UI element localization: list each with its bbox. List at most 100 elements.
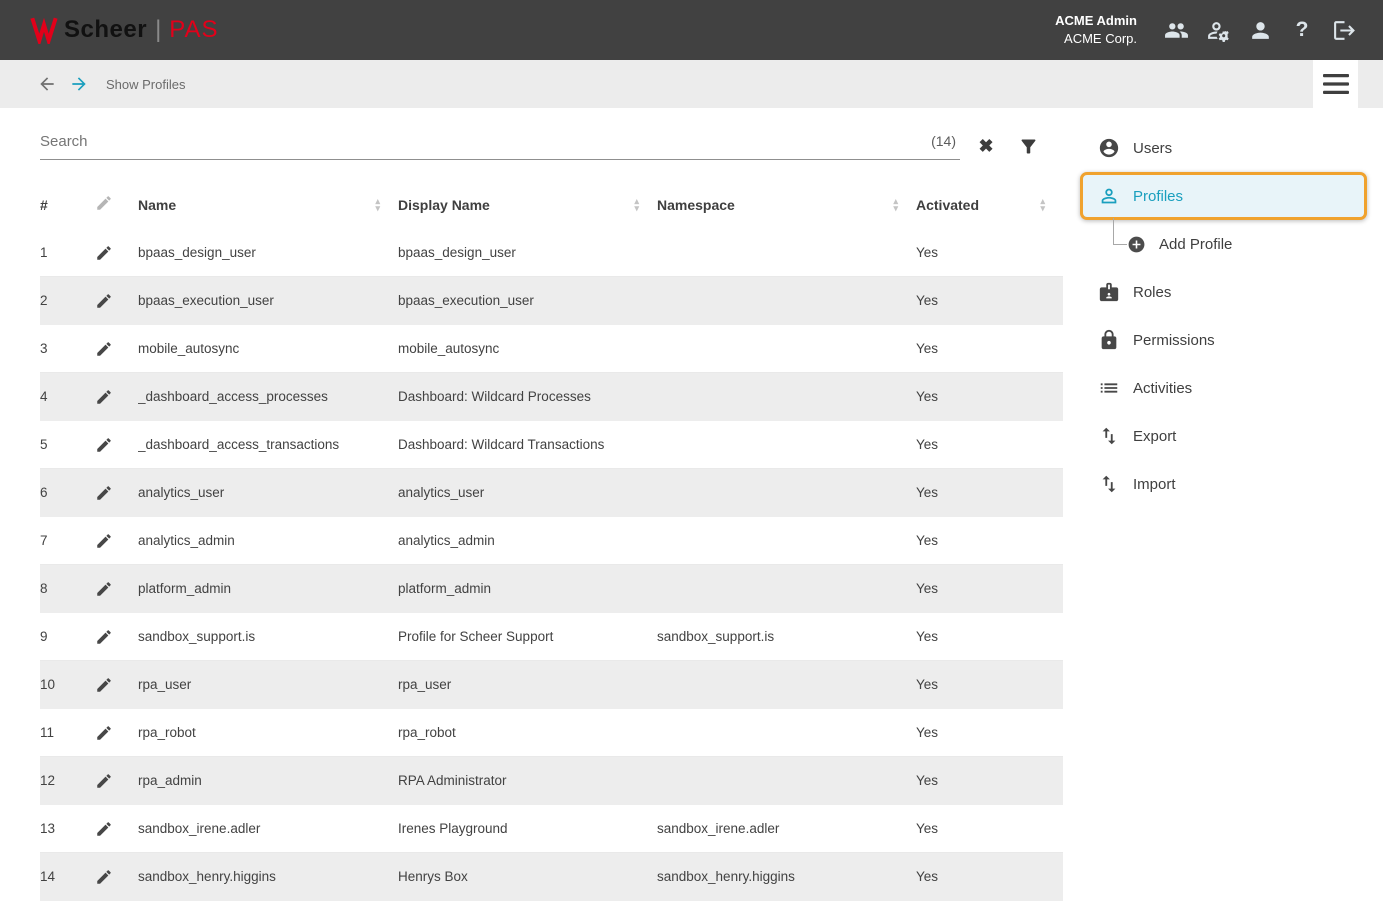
edit-profile-button[interactable] [95,436,138,454]
search-field: (14) [40,133,960,160]
search-input[interactable] [40,133,931,150]
column-header-activated[interactable]: Activated ▴▾ [916,197,1063,213]
sort-icon: ▴▾ [1040,198,1045,212]
table-row: 13 sandbox_irene.adler Irenes Playground… [40,805,1063,853]
sidebar-item-label: Users [1133,140,1172,157]
brand-logo: Scheer | PAS [30,16,219,44]
profile-name: _dashboard_access_processes [138,389,398,404]
account-circle-icon [1098,137,1120,159]
profile-activated: Yes [916,869,1063,884]
logout-icon[interactable] [1331,17,1357,43]
row-index: 9 [40,629,95,644]
import-export-icon [1098,473,1120,495]
column-header-display-name[interactable]: Display Name ▴▾ [398,197,657,213]
sidebar-item-label: Add Profile [1159,236,1232,253]
account-icon[interactable] [1247,17,1273,43]
edit-profile-button[interactable] [95,484,138,502]
profile-activated: Yes [916,581,1063,596]
edit-profile-button[interactable] [95,676,138,694]
profile-namespace: sandbox_henry.higgins [657,869,916,884]
profile-name: sandbox_henry.higgins [138,869,398,884]
row-index: 14 [40,869,95,884]
row-index: 11 [40,725,95,740]
sidebar-item-profiles[interactable]: Profiles [1083,175,1364,217]
sidebar-item-activities[interactable]: Activities [1063,364,1383,412]
header-right: ACME Admin ACME Corp. ? [1055,12,1357,47]
hamburger-menu-icon[interactable] [1323,74,1349,94]
sort-icon: ▴▾ [893,198,898,212]
lock-icon [1098,329,1120,351]
app-header: Scheer | PAS ACME Admin ACME Corp. [0,0,1383,60]
scheer-logo-icon [30,16,58,44]
profile-activated: Yes [916,341,1063,356]
edit-profile-button[interactable] [95,628,138,646]
help-icon[interactable]: ? [1289,17,1315,43]
sidebar-item-users[interactable]: Users [1063,124,1383,172]
column-header-index: # [40,197,95,213]
edit-pencil-icon [95,724,113,742]
edit-pencil-icon [95,436,113,454]
profile-name: rpa_admin [138,773,398,788]
column-header-name[interactable]: Name ▴▾ [138,197,398,213]
edit-profile-button[interactable] [95,580,138,598]
breadcrumb-bar: Show Profiles [0,60,1383,108]
table-row: 12 rpa_admin RPA Administrator Yes [40,757,1063,805]
edit-profile-button[interactable] [95,772,138,790]
sidebar-item-export[interactable]: Export [1063,412,1383,460]
profile-activated: Yes [916,821,1063,836]
sidebar-item-roles[interactable]: Roles [1063,268,1383,316]
import-export-icon [1098,425,1120,447]
edit-profile-button[interactable] [95,388,138,406]
sidebar-item-label: Roles [1133,284,1171,301]
profile-display-name: Dashboard: Wildcard Transactions [398,437,657,452]
profile-activated: Yes [916,533,1063,548]
edit-profile-button[interactable] [95,532,138,550]
edit-profile-button[interactable] [95,868,138,886]
edit-profile-button[interactable] [95,820,138,838]
row-index: 7 [40,533,95,548]
edit-profile-button[interactable] [95,340,138,358]
edit-profile-button[interactable] [95,292,138,310]
clear-search-icon[interactable]: ✖ [972,132,1000,160]
main-content: (14) ✖ # Name ▴▾ [0,108,1383,910]
forward-arrow-icon[interactable] [66,71,92,97]
column-header-namespace[interactable]: Namespace ▴▾ [657,197,916,213]
sidebar-item-label: Permissions [1133,332,1215,349]
table-row: 3 mobile_autosync mobile_autosync Yes [40,325,1063,373]
search-bar: (14) ✖ [40,132,1042,160]
profile-name: rpa_user [138,677,398,692]
table-row: 6 analytics_user analytics_user Yes [40,469,1063,517]
profile-activated: Yes [916,629,1063,644]
row-index: 12 [40,773,95,788]
table-row: 7 analytics_admin analytics_admin Yes [40,517,1063,565]
active-item-highlight: Profiles [1080,172,1367,220]
table-row: 11 rpa_robot rpa_robot Yes [40,709,1063,757]
profile-name: bpaas_design_user [138,245,398,260]
add-circle-icon [1127,235,1146,254]
profile-display-name: bpaas_design_user [398,245,657,260]
edit-profile-button[interactable] [95,244,138,262]
sidebar-item-add-profile[interactable]: Add Profile [1063,220,1383,268]
edit-column-pencil-icon [95,194,138,215]
row-index: 8 [40,581,95,596]
profile-activated: Yes [916,389,1063,404]
back-arrow-icon[interactable] [34,71,60,97]
profile-activated: Yes [916,293,1063,308]
table-header: # Name ▴▾ Display Name ▴▾ Namespace ▴▾ [40,180,1063,229]
row-index: 1 [40,245,95,260]
filter-icon[interactable] [1014,132,1042,160]
profile-activated: Yes [916,437,1063,452]
user-name: ACME Admin [1055,12,1137,30]
row-index: 10 [40,677,95,692]
sidebar-item-permissions[interactable]: Permissions [1063,316,1383,364]
table-row: 9 sandbox_support.is Profile for Scheer … [40,613,1063,661]
profile-display-name: bpaas_execution_user [398,293,657,308]
user-groups-icon[interactable] [1163,17,1189,43]
user-management-icon[interactable] [1205,17,1231,43]
brand-separator: | [155,16,161,44]
edit-profile-button[interactable] [95,724,138,742]
current-user-info: ACME Admin ACME Corp. [1055,12,1137,47]
profile-display-name: mobile_autosync [398,341,657,356]
profile-name: sandbox_irene.adler [138,821,398,836]
sidebar-item-import[interactable]: Import [1063,460,1383,508]
